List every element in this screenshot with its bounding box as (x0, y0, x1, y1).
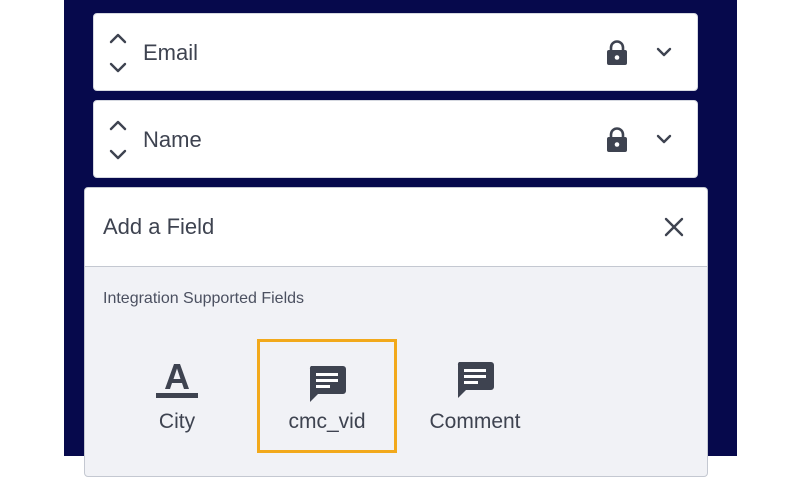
sort-icon[interactable] (108, 117, 128, 163)
field-option-comment[interactable]: Comment (405, 340, 545, 454)
section-label: Integration Supported Fields (103, 290, 305, 307)
modal-title: Add a Field (103, 214, 215, 239)
text-field-icon (156, 364, 198, 398)
comment-icon (309, 366, 346, 402)
form-field-name[interactable]: Name (93, 100, 698, 178)
chevron-down-icon[interactable] (655, 132, 673, 146)
lock-icon (607, 127, 627, 152)
chevron-down-icon[interactable] (655, 45, 673, 59)
close-icon[interactable] (664, 217, 684, 237)
comment-icon (457, 362, 494, 398)
add-field-modal: Add a Field Integration Supported Fields… (84, 187, 708, 477)
field-option-label: City (158, 410, 196, 433)
form-field-email[interactable]: Email (93, 13, 698, 91)
modal-header: Add a Field (85, 188, 707, 267)
sort-icon[interactable] (108, 30, 128, 76)
field-option-label: Comment (429, 410, 521, 433)
lock-icon (607, 40, 627, 65)
field-label-name: Name (143, 127, 202, 152)
field-option-city[interactable]: City (107, 340, 247, 454)
field-option-label: cmc_vid (288, 410, 366, 433)
field-option-cmc-vid[interactable]: cmc_vid (257, 339, 397, 453)
field-label-email: Email (143, 40, 199, 65)
